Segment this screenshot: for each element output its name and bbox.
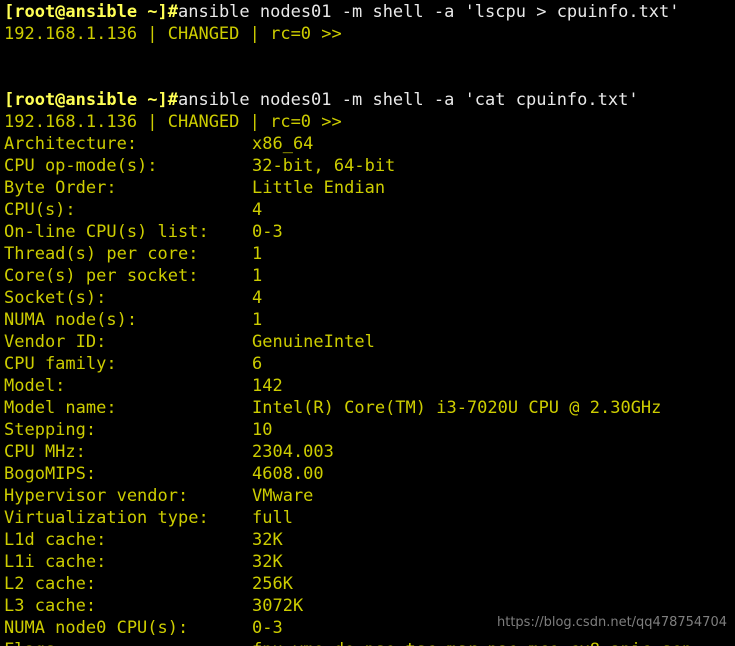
lscpu-row-value: 4608.00 (252, 464, 324, 484)
lscpu-row-value: 142 (252, 376, 283, 396)
lscpu-row-label: Thread(s) per core: (4, 244, 199, 264)
lscpu-row: Byte Order: Little Endian (4, 177, 735, 199)
lscpu-row-label: L2 cache: (4, 574, 97, 594)
lscpu-row-value: 256K (252, 574, 293, 594)
lscpu-row-label: Hypervisor vendor: (4, 486, 189, 506)
ansible-status-line: 192.168.1.136 | CHANGED | rc=0 >> (4, 112, 342, 132)
lscpu-row-value: 10 (252, 420, 273, 440)
lscpu-row: Stepping: 10 (4, 419, 735, 441)
command-text: ansible nodes01 -m shell -a 'cat cpuinfo… (178, 90, 639, 110)
lscpu-row: Model name: Intel(R) Core(TM) i3-7020U CP… (4, 397, 735, 419)
lscpu-row: L1d cache: 32K (4, 529, 735, 551)
lscpu-row: Vendor ID: GenuineIntel (4, 331, 735, 353)
lscpu-row-label: CPU(s): (4, 200, 76, 220)
lscpu-row: Core(s) per socket: 1 (4, 265, 735, 287)
lscpu-row: CPU op-mode(s): 32-bit, 64-bit (4, 155, 735, 177)
lscpu-row-value: 6 (252, 354, 263, 374)
lscpu-row: CPU(s): 4 (4, 199, 735, 221)
lscpu-row-label: NUMA node0 CPU(s): (4, 618, 189, 638)
lscpu-row: CPU MHz: 2304.003 (4, 441, 735, 463)
ansible-status-line: 192.168.1.136 | CHANGED | rc=0 >> (4, 24, 342, 44)
shell-prompt: [root@ansible ~]# (4, 90, 178, 110)
lscpu-row: Thread(s) per core: 1 (4, 243, 735, 265)
lscpu-row-value: 1 (252, 244, 263, 264)
lscpu-row-label: Stepping: (4, 420, 97, 440)
lscpu-row: NUMA node0 CPU(s): 0-3 (4, 617, 735, 639)
lscpu-row-label: On-line CPU(s) list: (4, 222, 209, 242)
lscpu-row-label: CPU op-mode(s): (4, 156, 158, 176)
lscpu-row: Socket(s): 4 (4, 287, 735, 309)
lscpu-row-value: 32-bit, 64-bit (252, 156, 396, 176)
terminal-window[interactable]: [root@ansible ~]#ansible nodes01 -m shel… (0, 0, 735, 646)
command-text: ansible nodes01 -m shell -a 'lscpu > cpu… (178, 2, 680, 22)
lscpu-row-value: 2304.003 (252, 442, 334, 462)
lscpu-row: Model: 142 (4, 375, 735, 397)
lscpu-row: L1i cache: 32K (4, 551, 735, 573)
lscpu-row: NUMA node(s): 1 (4, 309, 735, 331)
lscpu-row: Virtualization type: full (4, 507, 735, 529)
lscpu-row-value: VMware (252, 486, 314, 506)
lscpu-row-value: GenuineIntel (252, 332, 375, 352)
lscpu-row-value: Little Endian (252, 178, 386, 198)
lscpu-row-label: L1i cache: (4, 552, 107, 572)
lscpu-row-value: fpu vme de pse tsc msr pae mce cx8 apic … (252, 640, 692, 646)
lscpu-row-value: 1 (252, 310, 263, 330)
lscpu-row: Flags:fpu vme de pse tsc msr pae mce cx8… (4, 639, 735, 646)
lscpu-row-value: 0-3 (252, 222, 283, 242)
lscpu-row-label: NUMA node(s): (4, 310, 138, 330)
lscpu-row-label: Byte Order: (4, 178, 117, 198)
lscpu-row: On-line CPU(s) list: 0-3 (4, 221, 735, 243)
lscpu-row: CPU family: 6 (4, 353, 735, 375)
lscpu-row-value: x86_64 (252, 134, 314, 154)
lscpu-row-label: CPU family: (4, 354, 117, 374)
lscpu-row: Hypervisor vendor: VMware (4, 485, 735, 507)
lscpu-row-value: 0-3 (252, 618, 283, 638)
lscpu-row-label: Model: (4, 376, 66, 396)
lscpu-row-value: Intel(R) Core(TM) i3-7020U CPU @ 2.30GHz (252, 398, 662, 418)
lscpu-row-label: Socket(s): (4, 288, 107, 308)
lscpu-row-label: Core(s) per socket: (4, 266, 199, 286)
lscpu-row-label: Vendor ID: (4, 332, 107, 352)
command-line: [root@ansible ~]#ansible nodes01 -m shel… (4, 1, 735, 23)
lscpu-row-label: BogoMIPS: (4, 464, 97, 484)
lscpu-row: BogoMIPS: 4608.00 (4, 463, 735, 485)
lscpu-row-label: L1d cache: (4, 530, 107, 550)
lscpu-row-label: Architecture: (4, 134, 138, 154)
lscpu-row: L3 cache: 3072K (4, 595, 735, 617)
lscpu-output: Architecture: x86_64 CPU op-mode(s): 32-bit… (4, 133, 735, 646)
command-line: [root@ansible ~]#ansible nodes01 -m shel… (4, 89, 735, 111)
lscpu-row-value: 3072K (252, 596, 304, 616)
shell-prompt: [root@ansible ~]# (4, 2, 178, 22)
lscpu-row-label: Flags: (4, 639, 252, 646)
lscpu-row-label: Virtualization type: (4, 508, 209, 528)
lscpu-row-value: 32K (252, 552, 283, 572)
lscpu-row-value: 1 (252, 266, 263, 286)
lscpu-row-label: CPU MHz: (4, 442, 86, 462)
lscpu-row-value: 4 (252, 288, 263, 308)
lscpu-row-value: 4 (252, 200, 263, 220)
lscpu-row-label: Model name: (4, 398, 117, 418)
lscpu-row-label: L3 cache: (4, 596, 97, 616)
lscpu-row: L2 cache: 256K (4, 573, 735, 595)
lscpu-row-value: 32K (252, 530, 283, 550)
lscpu-row-value: full (252, 508, 293, 528)
lscpu-row: Architecture: x86_64 (4, 133, 735, 155)
